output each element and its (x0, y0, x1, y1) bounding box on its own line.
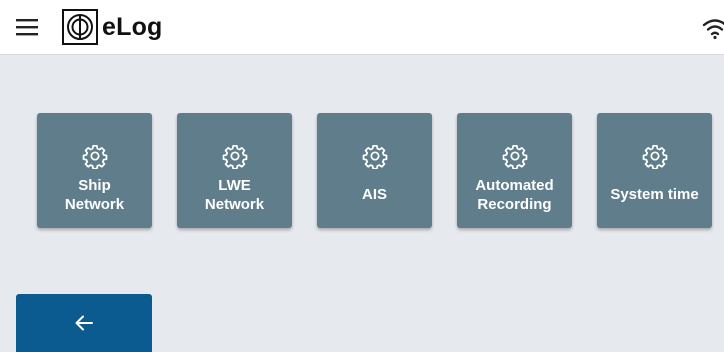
gear-icon (362, 144, 387, 169)
ship-network-label: Ship Network (64, 176, 125, 213)
automated-recording-label: Automated Recording (475, 176, 554, 213)
settings-tiles: Ship Network LWE Network AIS Automated R… (37, 113, 712, 228)
system-time-label: System time (610, 186, 699, 203)
wifi-icon (702, 19, 724, 40)
gear-icon (642, 144, 667, 169)
ship-network-tile[interactable]: Ship Network (37, 113, 152, 228)
elog-logo-icon (62, 9, 98, 45)
lwe-network-tile[interactable]: LWE Network (177, 113, 292, 228)
system-time-tile[interactable]: System time (597, 113, 712, 228)
hamburger-menu-icon (16, 19, 38, 36)
back-button[interactable] (16, 294, 152, 352)
gear-icon (82, 144, 107, 169)
menu-button[interactable] (10, 10, 44, 44)
gear-icon (502, 144, 527, 169)
app-title: eLog (102, 12, 163, 41)
arrow-left-icon (75, 315, 93, 331)
automated-recording-tile[interactable]: Automated Recording (457, 113, 572, 228)
app-logo: eLog (62, 8, 163, 46)
ais-tile[interactable]: AIS (317, 113, 432, 228)
gear-icon (222, 144, 247, 169)
ais-label: AIS (361, 186, 387, 203)
top-app-bar: eLog (0, 0, 724, 55)
lwe-network-label: LWE Network (204, 176, 265, 213)
